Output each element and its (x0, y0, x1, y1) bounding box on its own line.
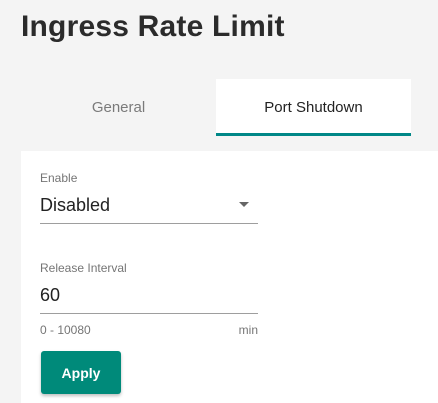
enable-label: Enable (40, 171, 78, 185)
chevron-down-icon[interactable] (239, 202, 249, 207)
enable-select-value[interactable]: Disabled (40, 195, 110, 216)
release-interval-unit: min (238, 323, 258, 337)
apply-button[interactable]: Apply (41, 351, 121, 394)
tab-general-label: General (91, 99, 146, 116)
tab-port-shutdown[interactable]: Port Shutdown (216, 79, 411, 136)
release-interval-underline (40, 313, 258, 314)
tab-port-shutdown-label: Port Shutdown (264, 99, 363, 116)
page-title: Ingress Rate Limit (21, 10, 285, 43)
tab-general[interactable]: General (21, 79, 216, 136)
active-tab-indicator (216, 133, 411, 136)
enable-select-underline (40, 223, 258, 224)
release-interval-range-hint: 0 - 10080 (40, 323, 91, 337)
port-shutdown-card: Enable Disabled Release Interval 60 0 - … (21, 151, 438, 403)
release-interval-label: Release Interval (40, 261, 127, 275)
tab-bar: General Port Shutdown (21, 79, 438, 136)
release-interval-value[interactable]: 60 (40, 285, 60, 306)
